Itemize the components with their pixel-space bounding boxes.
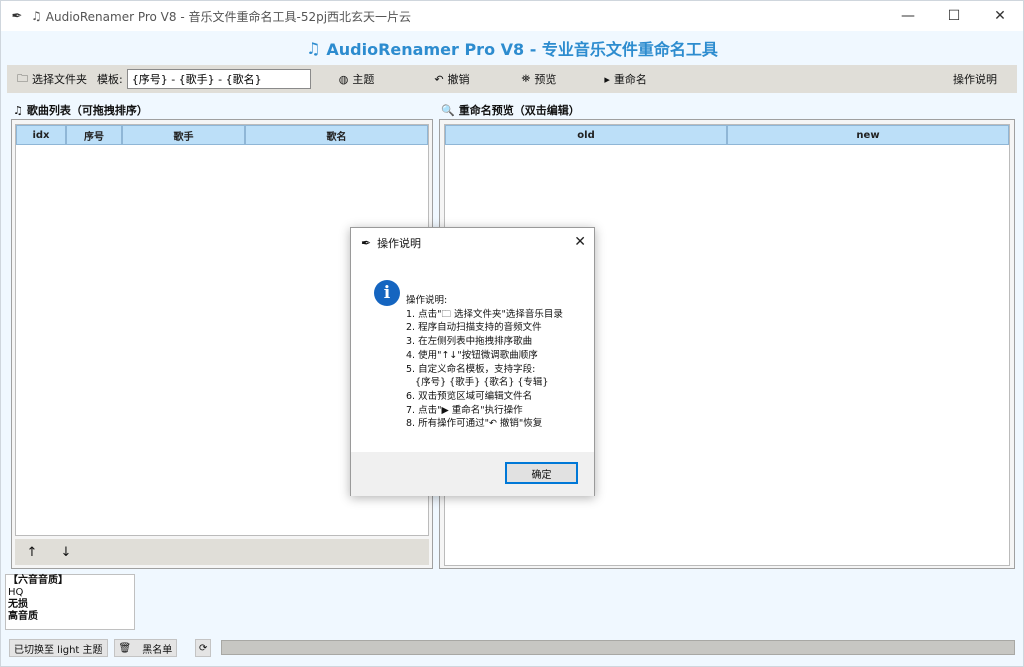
app-heading-text: AudioRenamer Pro V8 - 专业音乐文件重命名工具 [326, 40, 718, 59]
status-bar: 已切换至 light 主题 🗑 黑名单 ⟳ [5, 637, 1019, 659]
reorder-bar: ↑ ↓ [15, 539, 429, 565]
preview-label: 预览 [534, 73, 557, 86]
dialog-message: 操作说明: 1. 点击"🗀 选择文件夹"选择音乐目录 2. 程序自动扫描支持的音… [406, 295, 563, 430]
template-input[interactable] [126, 69, 311, 89]
column-header-idx[interactable]: idx [16, 125, 66, 145]
minimize-button[interactable]: — [885, 1, 931, 31]
select-folder-label: 选择文件夹 [32, 73, 87, 86]
window-controls: — ☐ ✕ [885, 1, 1023, 31]
app-window: ✒ ♫ AudioRenamer Pro V8 - 音乐文件重命名工具-52pj… [0, 0, 1024, 667]
dialog-footer: 确定 [351, 452, 594, 496]
feather-icon: ✒ [361, 236, 372, 250]
trash-icon: 🗑 [118, 642, 132, 654]
dialog-close-button[interactable]: ✕ [574, 234, 586, 250]
quality-item[interactable]: HQ [8, 587, 134, 599]
refresh-icon: ⟳ [199, 642, 208, 654]
dialog-body: i 操作说明: 1. 点击"🗀 选择文件夹"选择音乐目录 2. 程序自动扫描支持… [351, 258, 594, 452]
dialog-title: 操作说明 [377, 237, 422, 250]
song-list-title: 歌曲列表（可拖拽排序） [26, 104, 148, 117]
theme-status-label: 已切换至 light 主题 [9, 639, 108, 657]
toolbar: 🗀 选择文件夹 模板: ◍ 主题 ↶ 撤销 ⛯ 预览 ▸ 重命名 操作说明 [7, 65, 1017, 93]
info-icon: i [374, 280, 400, 306]
search-icon: 🔍 [441, 103, 455, 117]
column-header-artist[interactable]: 歌手 [122, 125, 245, 145]
template-label: 模板: [97, 73, 123, 86]
move-up-button[interactable]: ↑ [15, 541, 49, 563]
help-button[interactable]: 操作说明 [947, 68, 1003, 90]
blacklist-button[interactable]: 🗑 黑名单 [113, 639, 178, 657]
column-header-new[interactable]: new [727, 125, 1009, 145]
maximize-button[interactable]: ☐ [931, 1, 977, 31]
palette-icon: ◍ [338, 72, 349, 86]
column-header-old[interactable]: old [445, 125, 727, 145]
dialog-title-bar: ✒ 操作说明 ✕ [351, 228, 594, 258]
column-header-title[interactable]: 歌名 [245, 125, 428, 145]
play-icon: ▸ [604, 72, 610, 86]
app-header: ♫ AudioRenamer Pro V8 - 专业音乐文件重命名工具 [1, 31, 1023, 65]
app-heading: ♫ AudioRenamer Pro V8 - 专业音乐文件重命名工具 [306, 36, 718, 60]
music-note-icon: ♫ [31, 9, 42, 23]
preview-heading: 🔍 重命名预览（双击编辑） [441, 102, 580, 118]
quality-item[interactable]: 【六音音质】 [8, 575, 134, 587]
song-list-header: idx 序号 歌手 歌名 [16, 125, 428, 145]
song-list-heading: ♫ 歌曲列表（可拖拽排序） [13, 102, 148, 118]
select-folder-button[interactable]: 🗀 选择文件夹 [11, 68, 93, 90]
undo-label: 撤销 [447, 73, 470, 86]
music-note-icon: ♫ [13, 103, 23, 117]
help-dialog: ✒ 操作说明 ✕ i 操作说明: 1. 点击"🗀 选择文件夹"选择音乐目录 2.… [350, 227, 595, 496]
quality-item[interactable]: 无损 [8, 599, 134, 611]
window-title: ♫ AudioRenamer Pro V8 - 音乐文件重命名工具-52pj西北… [31, 8, 411, 25]
undo-button[interactable]: ↶ 撤销 [428, 68, 475, 90]
preview-icon: ⛯ [521, 72, 531, 85]
quality-item[interactable]: 高音质 [8, 611, 134, 623]
column-header-number[interactable]: 序号 [66, 125, 122, 145]
title-bar: ✒ ♫ AudioRenamer Pro V8 - 音乐文件重命名工具-52pj… [1, 1, 1023, 31]
folder-icon: 🗀 [17, 71, 28, 85]
music-note-icon: ♫ [306, 38, 321, 58]
rename-button[interactable]: ▸ 重命名 [598, 68, 653, 90]
rename-label: 重命名 [613, 73, 647, 86]
window-title-text: AudioRenamer Pro V8 - 音乐文件重命名工具-52pj西北玄天… [45, 9, 412, 24]
theme-label: 主题 [352, 73, 375, 86]
preview-button[interactable]: ⛯ 预览 [516, 68, 563, 90]
refresh-button[interactable]: ⟳ [195, 639, 212, 657]
ok-button[interactable]: 确定 [505, 462, 578, 484]
close-button[interactable]: ✕ [977, 1, 1023, 31]
move-down-button[interactable]: ↓ [49, 541, 83, 563]
preview-header: old new [445, 125, 1009, 145]
undo-icon: ↶ [434, 72, 444, 86]
quality-list[interactable]: 【六音音质】 HQ 无损 高音质 [5, 574, 135, 630]
progress-bar [221, 640, 1015, 655]
theme-button[interactable]: ◍ 主题 [333, 68, 381, 90]
feather-icon: ✒ [11, 8, 23, 24]
preview-title: 重命名预览（双击编辑） [458, 104, 580, 117]
blacklist-label: 黑名单 [142, 644, 173, 656]
